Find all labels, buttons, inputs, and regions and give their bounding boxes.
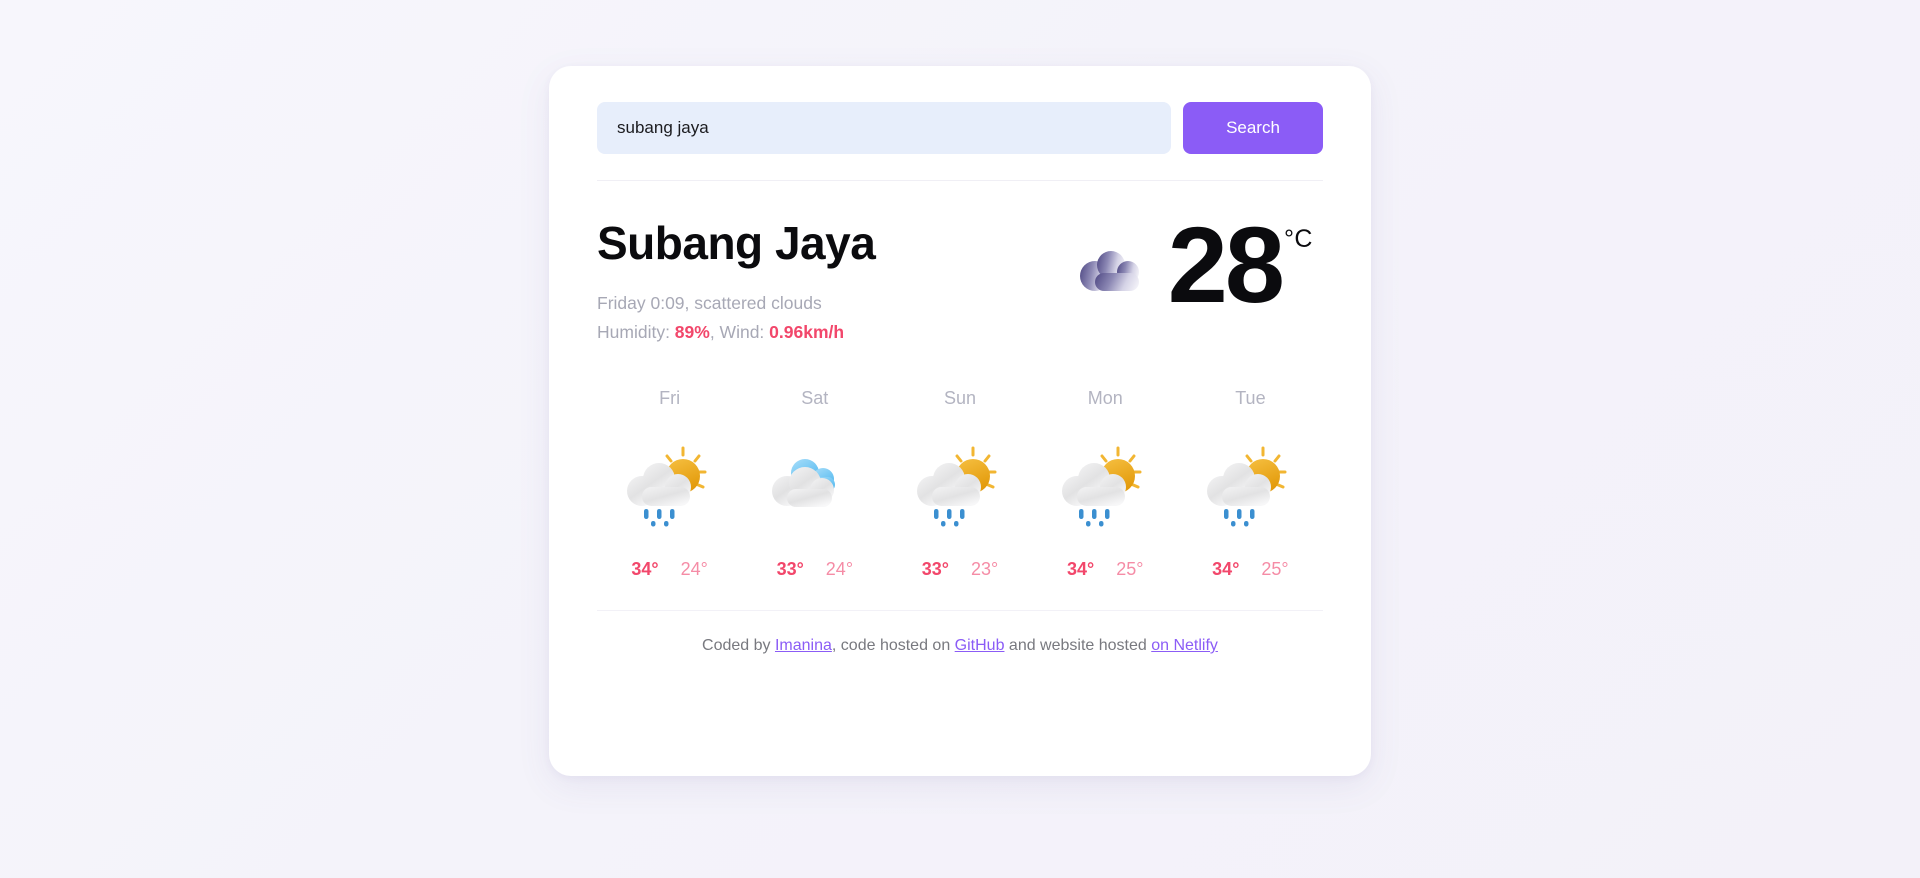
forecast-temp-min: 23°: [971, 558, 999, 579]
forecast-row: Fri 34° 24° Sat 33° 24° Sun 33° 23° Mon …: [597, 388, 1323, 580]
forecast-day-temps: 34° 25°: [1067, 559, 1143, 580]
current-temperature-group: 28 °C: [1078, 204, 1323, 325]
search-form: Search: [597, 102, 1323, 154]
weather-card: Search Subang Jaya Friday 0:09, scattere…: [549, 66, 1371, 776]
forecast-day-label: Fri: [659, 387, 681, 408]
github-link[interactable]: GitHub: [955, 637, 1005, 654]
current-weather: Subang Jaya Friday 0:09, scattered cloud…: [597, 204, 1323, 346]
forecast-day-temps: 34° 24°: [631, 559, 707, 580]
current-conditions: Friday 0:09, scattered clouds Humidity: …: [597, 289, 875, 346]
wind-value: 0.96km/h: [769, 321, 845, 342]
forecast-day-label: Mon: [1087, 387, 1123, 408]
forecast-day-mon: Mon 34° 25°: [1033, 388, 1178, 580]
broken-clouds-icon: [769, 433, 861, 537]
humidity-label: Humidity:: [597, 321, 675, 342]
forecast-temp-max: 33°: [921, 558, 949, 579]
forecast-day-label: Sat: [801, 387, 829, 408]
footer: Coded by Imanina, code hosted on GitHub …: [597, 637, 1323, 655]
forecast-temp-min: 25°: [1261, 558, 1289, 579]
humidity-wind-line: Humidity: 89%, Wind: 0.96km/h: [597, 318, 875, 346]
forecast-temp-max: 33°: [776, 558, 804, 579]
forecast-temp-max: 34°: [1066, 558, 1095, 579]
sun-cloud-rain-icon: [1059, 433, 1151, 537]
sun-cloud-rain-icon: [914, 433, 1006, 537]
forecast-day-label: Tue: [1235, 387, 1266, 408]
footer-middle: , code hosted on: [831, 636, 955, 654]
forecast-temp-min: 25°: [1116, 558, 1144, 579]
cloud-icon: [1078, 249, 1152, 300]
temperature-unit: °C: [1283, 225, 1313, 253]
forecast-temp-min: 24°: [680, 558, 708, 579]
sun-cloud-rain-icon: [1204, 433, 1296, 537]
forecast-day-sat: Sat 33° 24°: [742, 388, 887, 580]
netlify-link[interactable]: on Netlify: [1151, 637, 1218, 654]
temperature-value: 28: [1167, 204, 1285, 325]
forecast-day-tue: Tue 34° 25°: [1178, 388, 1323, 580]
sun-cloud-rain-icon: [624, 433, 716, 537]
temperature-reading: 28 °C: [1167, 204, 1313, 325]
forecast-temp-max: 34°: [631, 558, 659, 579]
forecast-day-temps: 34° 25°: [1212, 559, 1288, 580]
footer-divider: [597, 609, 1323, 611]
app-background: Search Subang Jaya Friday 0:09, scattere…: [0, 0, 1920, 878]
search-input[interactable]: [597, 102, 1171, 154]
search-divider: [597, 180, 1323, 181]
search-button[interactable]: Search: [1183, 102, 1323, 154]
forecast-day-fri: Fri 34° 24°: [597, 388, 742, 580]
current-weather-details: Subang Jaya Friday 0:09, scattered cloud…: [597, 211, 876, 346]
forecast-temp-max: 34°: [1212, 558, 1240, 579]
footer-prefix: Coded by: [702, 636, 775, 654]
forecast-day-temps: 33° 23°: [922, 559, 998, 580]
footer-middle-2: and website hosted: [1004, 636, 1152, 654]
page-title: Subang Jaya: [597, 217, 876, 269]
humidity-value: 89%: [674, 321, 710, 342]
datetime-description: Friday 0:09, scattered clouds: [597, 293, 822, 314]
author-link[interactable]: Imanina: [775, 637, 832, 654]
wind-label: , Wind:: [709, 321, 770, 342]
forecast-day-sun: Sun 33° 23°: [887, 388, 1032, 580]
forecast-day-temps: 33° 24°: [777, 559, 853, 580]
forecast-temp-min: 24°: [825, 558, 854, 579]
forecast-day-label: Sun: [943, 387, 977, 408]
